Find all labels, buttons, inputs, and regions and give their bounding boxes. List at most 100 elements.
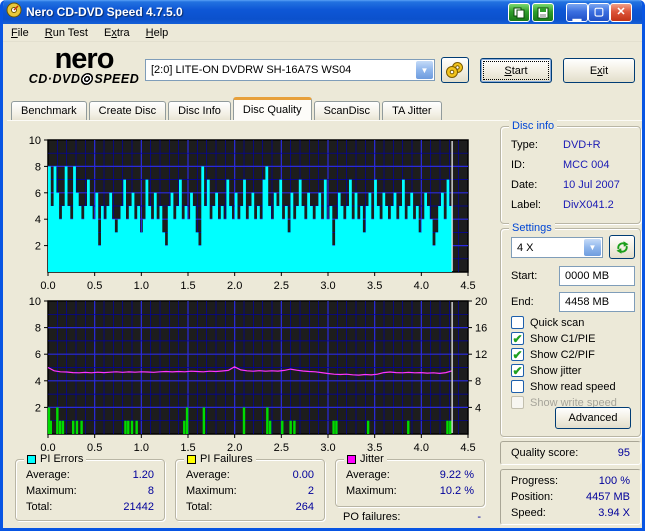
disc-date-label: Date: bbox=[511, 179, 538, 191]
speed-label: Speed: bbox=[511, 507, 546, 519]
svg-text:2: 2 bbox=[35, 402, 41, 414]
checkbox-icon: ✔ bbox=[511, 331, 524, 346]
tab-benchmark[interactable]: Benchmark bbox=[11, 101, 87, 120]
menu-item-help[interactable]: Help bbox=[138, 25, 177, 41]
maximize-button[interactable]: ▢ bbox=[588, 3, 610, 22]
svg-text:2.5: 2.5 bbox=[274, 280, 289, 291]
svg-text:2: 2 bbox=[35, 241, 41, 253]
settings-caption: Settings bbox=[509, 222, 555, 234]
minimize-icon: ▁ bbox=[572, 9, 582, 21]
svg-text:20: 20 bbox=[475, 296, 487, 308]
progress-value: 100 % bbox=[598, 475, 630, 487]
menu-item-extra[interactable]: Extra bbox=[96, 25, 138, 41]
maximize-icon: ▢ bbox=[593, 6, 605, 18]
svg-text:12: 12 bbox=[475, 349, 487, 361]
svg-text:4: 4 bbox=[35, 214, 41, 226]
checkbox-show-c2-pif[interactable]: ✔ Show C2/PIF bbox=[511, 348, 595, 361]
checkbox-icon: ✔ bbox=[511, 347, 524, 362]
svg-text:8: 8 bbox=[35, 161, 41, 173]
pi-errors-group: PI Errors Average: 1.20 Maximum: 8 Total: 2… bbox=[15, 453, 165, 521]
quality-score-label: Quality score: bbox=[511, 447, 579, 459]
drive-select[interactable]: [2:0] LITE-ON DVDRW SH-16A7S WS04 ▼ bbox=[145, 59, 435, 81]
svg-text:0.0: 0.0 bbox=[40, 280, 55, 291]
pi-errors-legend-icon bbox=[27, 454, 36, 464]
disc-id-label: ID: bbox=[511, 159, 526, 171]
app-icon bbox=[6, 2, 22, 23]
save-button[interactable] bbox=[532, 3, 554, 22]
start-field[interactable] bbox=[559, 266, 635, 286]
pi-failures-caption: PI Failures bbox=[184, 453, 256, 465]
tab-disc-info[interactable]: Disc Info bbox=[168, 101, 231, 120]
copy-button[interactable] bbox=[508, 3, 530, 22]
refresh-button[interactable] bbox=[609, 235, 635, 259]
checkbox-show-read-speed[interactable]: Show read speed bbox=[511, 380, 616, 393]
tab-ta-jitter[interactable]: TA Jitter bbox=[382, 101, 442, 120]
svg-text:4: 4 bbox=[35, 376, 41, 388]
close-icon: ✕ bbox=[616, 6, 626, 18]
header: nero CD·DVD SPEED [2:0] LITE-ON DVDRW SH-… bbox=[3, 42, 642, 99]
svg-text:0.5: 0.5 bbox=[87, 442, 102, 454]
discs-icon bbox=[446, 62, 463, 78]
checkbox-icon bbox=[511, 380, 524, 393]
checkbox-show-jitter[interactable]: ✔ Show jitter bbox=[511, 364, 581, 377]
pi-errors-caption: PI Errors bbox=[24, 453, 87, 465]
svg-text:1.0: 1.0 bbox=[134, 442, 149, 454]
svg-text:10: 10 bbox=[29, 135, 41, 147]
svg-text:3.0: 3.0 bbox=[320, 442, 335, 454]
end-field[interactable] bbox=[559, 292, 635, 312]
quality-score-panel: Quality score: 95 bbox=[500, 441, 641, 465]
svg-text:1.0: 1.0 bbox=[134, 280, 149, 291]
exit-button[interactable]: Exit bbox=[563, 58, 635, 83]
menu-item-file[interactable]: File bbox=[3, 25, 37, 41]
advanced-button[interactable]: Advanced bbox=[555, 407, 631, 429]
copy-icon bbox=[513, 7, 525, 18]
nero-logo: nero CD·DVD SPEED bbox=[28, 43, 140, 87]
checkbox-icon bbox=[511, 396, 524, 409]
svg-text:2.5: 2.5 bbox=[274, 442, 289, 454]
disc-label-label: Label: bbox=[511, 199, 541, 211]
menu-item-run-test[interactable]: Run Test bbox=[37, 25, 96, 41]
progress-panel: Progress: 100 % Position: 4457 MB Speed: 3.… bbox=[500, 469, 641, 525]
checkbox-icon: ✔ bbox=[511, 363, 524, 378]
disc-info-caption: Disc info bbox=[509, 120, 558, 132]
pi-failures-legend-icon bbox=[187, 454, 196, 464]
start-button[interactable]: Start bbox=[480, 58, 552, 83]
po-failures-label: PO failures: bbox=[343, 511, 401, 523]
speed-select[interactable]: 4 X ▼ bbox=[511, 237, 603, 258]
minimize-button[interactable]: ▁ bbox=[566, 3, 588, 22]
app-window: Nero CD-DVD Speed 4.7.5.0 ▁ ▢ ✕ File Run… bbox=[0, 0, 645, 531]
svg-text:4.0: 4.0 bbox=[414, 442, 429, 454]
floppy-icon bbox=[537, 7, 549, 18]
checkbox-icon bbox=[511, 316, 524, 329]
svg-text:6: 6 bbox=[35, 349, 41, 361]
window-title: Nero CD-DVD Speed 4.7.5.0 bbox=[26, 5, 183, 19]
po-failures-value: - bbox=[477, 511, 481, 523]
tab-disc-quality[interactable]: Disc Quality bbox=[232, 97, 312, 120]
title-bar[interactable]: Nero CD-DVD Speed 4.7.5.0 ▁ ▢ ✕ bbox=[3, 0, 642, 24]
close-button[interactable]: ✕ bbox=[610, 3, 632, 22]
svg-text:2.0: 2.0 bbox=[227, 280, 242, 291]
disc-type-label: Type: bbox=[511, 139, 538, 151]
svg-text:1.5: 1.5 bbox=[180, 280, 195, 291]
svg-text:8: 8 bbox=[35, 323, 41, 335]
svg-text:16: 16 bbox=[475, 323, 487, 335]
tab-create-disc[interactable]: Create Disc bbox=[88, 101, 167, 120]
svg-text:0.5: 0.5 bbox=[87, 280, 102, 291]
position-value: 4457 MB bbox=[585, 491, 630, 503]
svg-text:4.5: 4.5 bbox=[460, 280, 475, 291]
svg-text:3.5: 3.5 bbox=[367, 280, 382, 291]
tab-scandisc[interactable]: ScanDisc bbox=[313, 101, 381, 120]
checkbox-show-c1-pie[interactable]: ✔ Show C1/PIE bbox=[511, 332, 595, 345]
pif-jitter-chart: 2468100.0 0.5 1.0 1.5 2.0 2.5 3.0 3.5 4.0 4.54812… bbox=[29, 296, 488, 454]
checkbox-quick-scan[interactable]: Quick scan bbox=[511, 316, 584, 329]
settings-group: Settings 4 X ▼ Start: End: Quick scan ✔S… bbox=[500, 222, 641, 437]
chevron-down-icon[interactable]: ▼ bbox=[416, 61, 433, 79]
end-label: End: bbox=[511, 296, 534, 308]
eject-button[interactable] bbox=[441, 57, 469, 83]
po-failures-row: PO failures: - bbox=[343, 511, 481, 523]
tab-strip: Benchmark Create Disc Disc Info Disc Qua… bbox=[11, 97, 444, 120]
position-label: Position: bbox=[511, 491, 554, 503]
speed-value: 3.94 X bbox=[598, 507, 630, 519]
progress-label: Progress: bbox=[511, 475, 559, 487]
chevron-down-icon[interactable]: ▼ bbox=[584, 239, 601, 256]
